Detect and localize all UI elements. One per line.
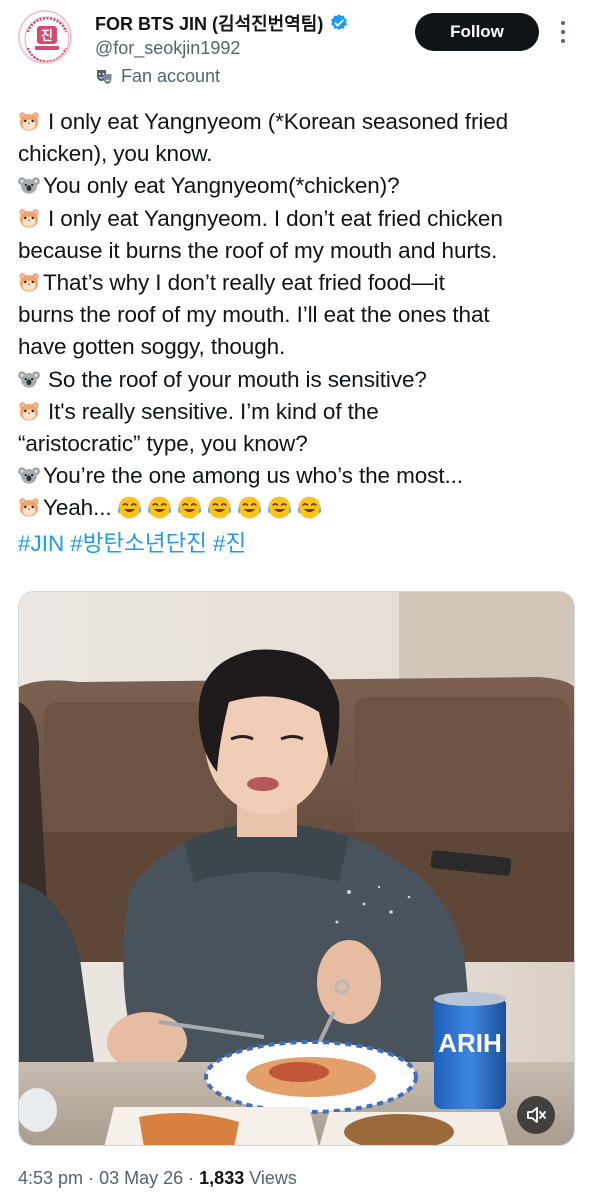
hashtag-row: #JIN #방탄소년단진 #진 (18, 528, 583, 560)
more-icon[interactable] (553, 18, 573, 46)
meta-separator: · (88, 1168, 95, 1188)
tweet-text-line: chicken), you know. (18, 138, 583, 170)
tweet-text-line: “aristocratic” type, you know? (18, 428, 583, 460)
author-display-name[interactable]: FOR BTS JIN (김석진번역팀) (95, 10, 323, 36)
tweet-text-line: I only eat Yangnyeom. I don’t eat fried … (18, 203, 583, 235)
tweet-line-text: chicken), you know. (18, 141, 213, 167)
tweet-line-text: because it burns the roof of my mouth an… (18, 237, 498, 263)
verified-badge-icon (329, 13, 349, 33)
svg-text:진: 진 (41, 28, 53, 44)
hamster-face-icon (19, 273, 39, 292)
face-with-tears-of-joy-icon (297, 497, 321, 519)
tweet-line-text: burns the roof of my mouth. I’ll eat the… (18, 302, 490, 328)
follow-button[interactable]: Follow (415, 13, 539, 51)
hashtag-link[interactable]: #진 (213, 531, 246, 556)
hamster-face-icon (19, 208, 39, 228)
tweet-text-line: Yeah... (18, 492, 583, 524)
author-handle[interactable]: @for_seokjin1992 (95, 38, 240, 59)
tweet-line-text: That’s why I don’t really eat fried food… (43, 270, 445, 296)
tweet-text-line: You’re the one among us who’s the most..… (18, 460, 583, 492)
author-name-row: FOR BTS JIN (김석진번역팀) (95, 10, 349, 36)
tweet-header: 진 FOR BTS JIN (김석진번역팀) @for_seokjin1992 (0, 0, 593, 96)
face-with-tears-of-joy-icon (117, 497, 141, 519)
koala-face-icon (18, 371, 40, 388)
tweet-text-line: That’s why I don’t really eat fried food… (18, 267, 583, 299)
koala-face-icon (18, 467, 40, 484)
can-label: ARIH (438, 1028, 502, 1058)
tweet-text-line: have gotten soggy, though. (18, 331, 583, 363)
face-with-tears-of-joy-icon (147, 497, 171, 519)
tweet-line-text: It's really sensitive. I’m kind of the (48, 398, 379, 424)
face-with-tears-of-joy-icon (267, 497, 291, 519)
tweet-text: I only eat Yangnyeom (*Korean seasoned f… (18, 106, 583, 560)
tweet-text-line: It's really sensitive. I’m kind of the (18, 396, 583, 428)
face-with-tears-of-joy-icon (177, 497, 201, 519)
tweet-text-line: because it burns the roof of my mouth an… (18, 235, 583, 267)
fan-account-row: Fan account (95, 66, 220, 87)
account-label: Fan account (121, 66, 221, 86)
tweet-date[interactable]: 03 May 26 (99, 1168, 183, 1188)
hamster-face-icon (19, 112, 39, 131)
tweet-line-text: have gotten soggy, though. (18, 334, 286, 360)
avatar-logo: 진 (21, 13, 70, 62)
views-count[interactable]: 1,833 (199, 1168, 244, 1188)
hamster-face-icon (19, 498, 39, 518)
hamster-face-icon (19, 402, 39, 421)
views-label: Views (249, 1168, 297, 1188)
theater-masks-icon (95, 68, 113, 86)
video-frame: ARIH (19, 592, 574, 1145)
tweet-line-text: Yeah... (43, 495, 112, 521)
tweet-time[interactable]: 4:53 pm (18, 1168, 83, 1188)
tweet-line-text: “aristocratic” type, you know? (18, 431, 308, 457)
tweet-line-text: You only eat Yangnyeom(*chicken)? (43, 173, 400, 199)
tweet-line-text: I only eat Yangnyeom. I don’t eat fried … (48, 205, 503, 231)
tweet-text-line: So the roof of your mouth is sensitive? (18, 364, 583, 396)
tweet-text-line: You only eat Yangnyeom(*chicken)? (18, 170, 583, 202)
speaker-muted-icon[interactable] (517, 1096, 555, 1134)
tweet-meta: 4:53 pm · 03 May 26 · 1,833 Views (18, 1168, 297, 1189)
tweet-line-text: You’re the one among us who’s the most..… (43, 463, 463, 489)
hashtag-link[interactable]: #JIN (18, 531, 64, 556)
meta-separator-2: · (188, 1168, 195, 1188)
tweet-text-line: I only eat Yangnyeom (*Korean seasoned f… (18, 106, 583, 138)
hashtag-link[interactable]: #방탄소년단진 (70, 531, 207, 556)
tweet-text-line: burns the roof of my mouth. I’ll eat the… (18, 299, 583, 331)
tweet-line-text: So the roof of your mouth is sensitive? (48, 366, 427, 392)
author-avatar[interactable]: 진 (18, 10, 72, 64)
face-with-tears-of-joy-icon (207, 497, 231, 519)
face-with-tears-of-joy-icon (237, 497, 261, 519)
tweet-line-text: I only eat Yangnyeom (*Korean seasoned f… (48, 109, 509, 134)
koala-face-icon (18, 177, 40, 195)
tweet-video[interactable]: ARIH (18, 591, 575, 1146)
